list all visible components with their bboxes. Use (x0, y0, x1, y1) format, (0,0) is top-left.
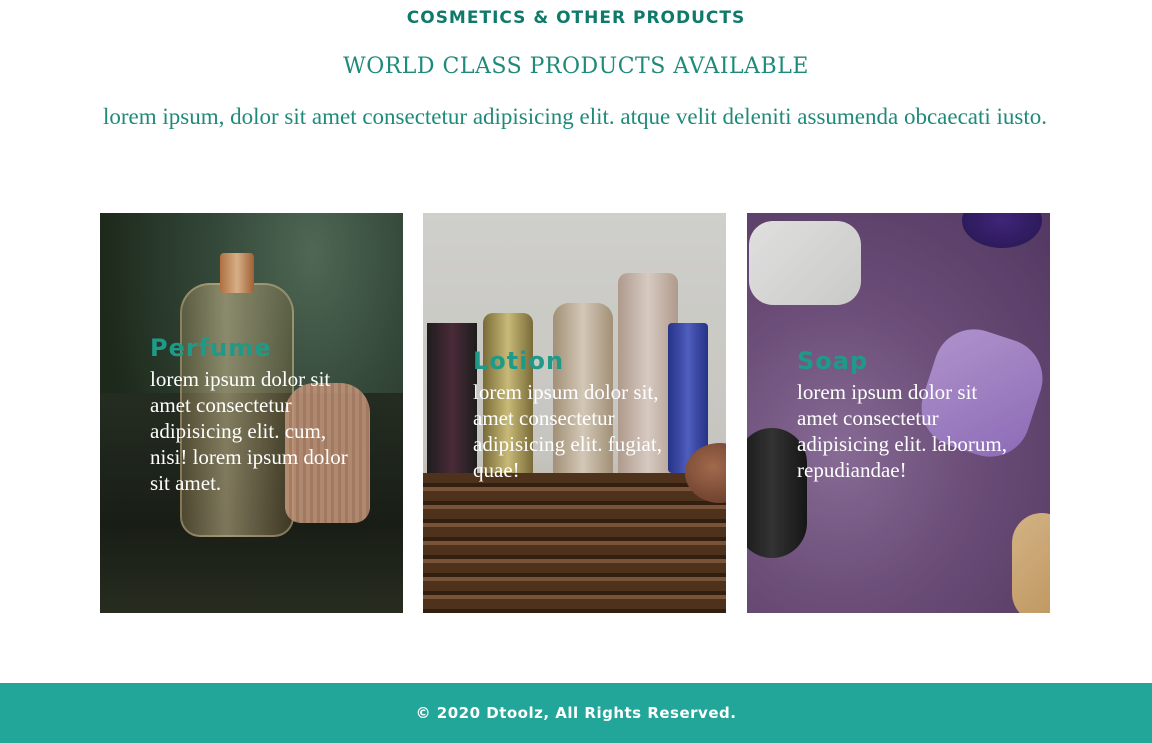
card-text: lorem ipsum dolor sit amet consectetur a… (797, 380, 1007, 482)
product-cards: Perfume lorem ipsum dolor sit amet conse… (100, 213, 1050, 613)
card-title: Lotion (473, 347, 565, 375)
section-title: WORLD CLASS PRODUCTS AVAILABLE (343, 54, 809, 79)
card-content: Soap lorem ipsum dolor sit amet consecte… (797, 347, 1007, 483)
product-card-lotion[interactable]: Lotion lorem ipsum dolor sit, amet conse… (423, 213, 726, 613)
product-card-perfume[interactable]: Perfume lorem ipsum dolor sit amet conse… (100, 213, 403, 613)
section-description: lorem ipsum, dolor sit amet consectetur … (102, 104, 1048, 129)
card-text: lorem ipsum dolor sit amet consectetur a… (150, 367, 348, 495)
card-title: Perfume (150, 334, 272, 362)
footer: © 2020 Dtoolz, All Rights Reserved. (0, 683, 1152, 743)
card-content: Perfume lorem ipsum dolor sit amet conse… (150, 334, 360, 496)
card-title: Soap (797, 347, 869, 375)
card-content: Lotion lorem ipsum dolor sit, amet conse… (473, 347, 683, 483)
card-text: lorem ipsum dolor sit, amet consectetur … (473, 380, 662, 482)
product-card-soap[interactable]: Soap lorem ipsum dolor sit amet consecte… (747, 213, 1050, 613)
section-label: COSMETICS & OTHER PRODUCTS (406, 8, 746, 28)
footer-copyright: © 2020 Dtoolz, All Rights Reserved. (415, 704, 737, 722)
